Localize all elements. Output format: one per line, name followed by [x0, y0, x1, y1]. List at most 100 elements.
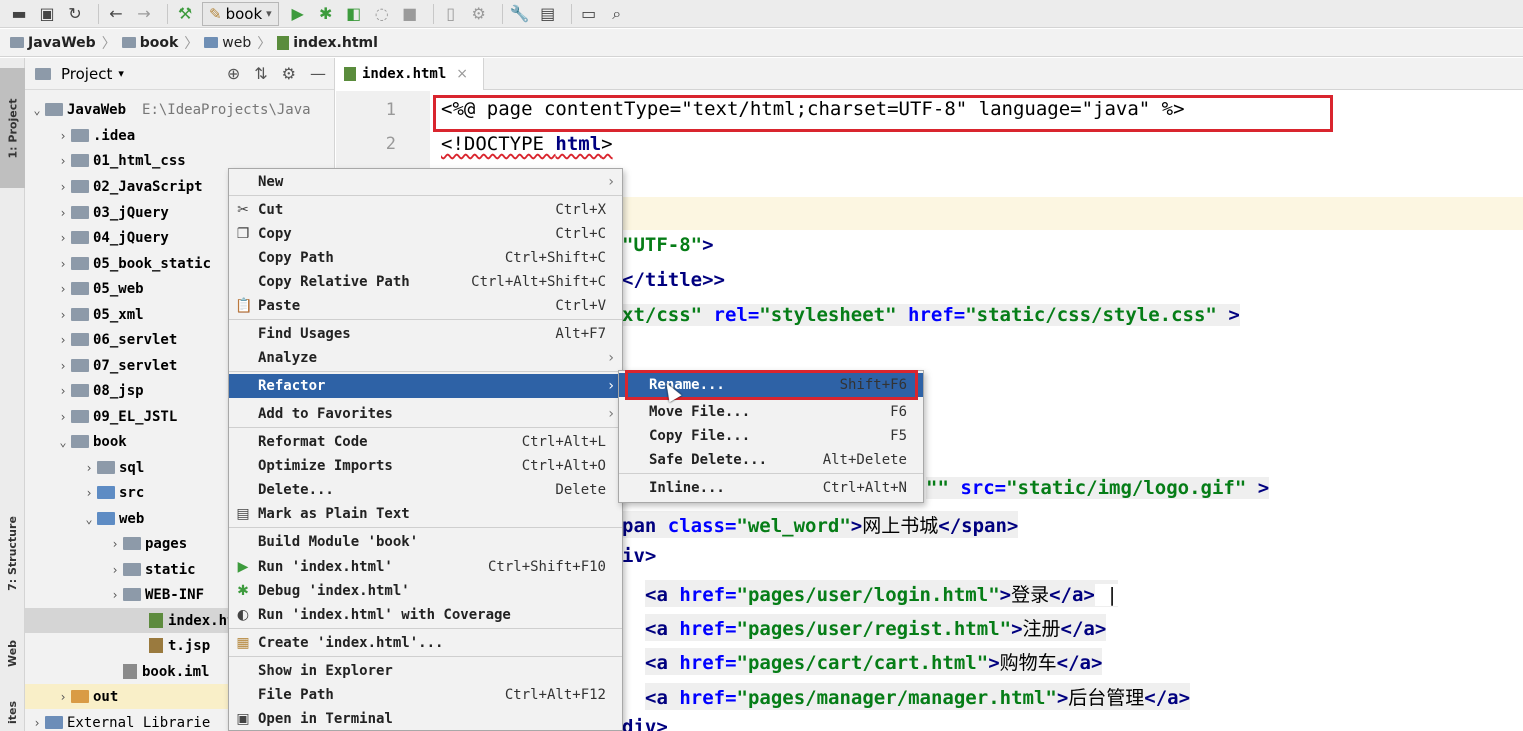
menu-item-copy[interactable]: ❐ Copy Ctrl+C	[229, 222, 622, 246]
build-hammer-icon[interactable]: ⚒	[174, 3, 196, 25]
project-view-selector[interactable]: Project ▾	[35, 65, 124, 83]
chevron-right-icon[interactable]: ›	[107, 537, 123, 551]
collapse-icon[interactable]: ⇅	[254, 64, 267, 83]
tree-item-label: External Librarie	[67, 714, 211, 731]
menu-item-mark-as-plain-text[interactable]: ▤ Mark as Plain Text	[229, 502, 622, 526]
structure-tool-tab[interactable]: 7: Structure	[0, 488, 25, 618]
favorites-tool-tab[interactable]: ites	[0, 693, 25, 731]
chevron-down-icon[interactable]: ⌄	[55, 435, 71, 449]
tree-item-label: book.iml	[142, 663, 210, 680]
jsp-file-icon	[149, 638, 163, 653]
menu-item-copy-relative-path[interactable]: Copy Relative Path Ctrl+Alt+Shift+C	[229, 270, 622, 294]
menu-item-new[interactable]: New ›	[229, 170, 622, 194]
breadcrumb-item-web[interactable]: web	[204, 35, 251, 51]
gear-icon[interactable]: ⚙	[282, 64, 296, 83]
hide-icon[interactable]: —	[310, 64, 326, 83]
chevron-right-icon[interactable]: ›	[55, 690, 71, 704]
tab-index-html[interactable]: index.html ×	[336, 58, 484, 90]
chevron-down-icon: ▾	[118, 67, 124, 80]
sync-icon[interactable]: ↻	[64, 3, 86, 25]
submenu-item-copy-file[interactable]: Copy File... F5	[619, 424, 923, 448]
tree-item-label: web	[119, 510, 145, 527]
chevron-right-icon[interactable]: ›	[81, 486, 97, 500]
run-config-selector[interactable]: ✎ book ▾	[202, 1, 279, 26]
breadcrumb-item-index-html[interactable]: index.html	[277, 35, 378, 51]
profile-icon[interactable]: ◌	[371, 3, 393, 25]
submenu-item-inline[interactable]: Inline... Ctrl+Alt+N	[619, 476, 923, 500]
debug-icon[interactable]: ✱	[315, 3, 337, 25]
menu-item-analyze[interactable]: Analyze ›	[229, 346, 622, 370]
stop-icon[interactable]: ■	[399, 3, 421, 25]
menu-item-debug-index-html[interactable]: ✱ Debug 'index.html'	[229, 579, 622, 603]
menu-shortcut: Delete	[555, 482, 606, 498]
menu-item-add-to-favorites[interactable]: Add to Favorites ›	[229, 402, 622, 426]
chevron-right-icon[interactable]: ›	[81, 461, 97, 475]
chevron-right-icon[interactable]: ›	[55, 410, 71, 424]
create-config-icon: ▦	[236, 635, 250, 651]
tree-item-label: 06_servlet	[93, 331, 178, 348]
code-line-charset: "UTF-8">	[622, 234, 714, 256]
menu-item-reformat-code[interactable]: Reformat Code Ctrl+Alt+L	[229, 430, 622, 454]
menu-item-run-index-html-with-coverage[interactable]: ◐ Run 'index.html' with Coverage	[229, 603, 622, 627]
breadcrumb-item-javaweb[interactable]: JavaWeb	[10, 35, 96, 51]
submenu-item-safe-delete[interactable]: Safe Delete... Alt+Delete	[619, 448, 923, 472]
chevron-right-icon[interactable]: ›	[55, 129, 71, 143]
chevron-right-icon[interactable]: ›	[55, 333, 71, 347]
back-icon[interactable]: ←	[105, 3, 127, 25]
menu-item-refactor[interactable]: Refactor ›	[229, 374, 622, 398]
menu-item-copy-path[interactable]: Copy Path Ctrl+Shift+C	[229, 246, 622, 270]
menu-item-paste[interactable]: 📋 Paste Ctrl+V	[229, 294, 622, 318]
chevron-down-icon[interactable]: ⌄	[81, 512, 97, 526]
menu-item-build-module-book[interactable]: Build Module 'book'	[229, 530, 622, 554]
chevron-right-icon[interactable]: ›	[55, 231, 71, 245]
menu-item-run-index-html[interactable]: ▶ Run 'index.html' Ctrl+Shift+F10	[229, 555, 622, 579]
submenu-item-move-file[interactable]: Move File... F6	[619, 400, 923, 424]
chevron-right-icon[interactable]: ›	[55, 282, 71, 296]
save-icon[interactable]: ▣	[36, 3, 58, 25]
device-icon[interactable]: ▯	[440, 3, 462, 25]
forward-icon[interactable]: →	[133, 3, 155, 25]
terminal-icon[interactable]: ▭	[578, 3, 600, 25]
project-tool-tab[interactable]: 1: Project	[0, 68, 25, 188]
web-tool-tab[interactable]: Web	[0, 623, 25, 683]
attach-icon[interactable]: ⚙	[468, 3, 490, 25]
left-tool-strip: 1: Project 7: Structure Web ites	[0, 58, 25, 731]
breadcrumb-item-book[interactable]: book	[121, 35, 178, 51]
menu-item-find-usages[interactable]: Find Usages Alt+F7	[229, 322, 622, 346]
tree-item-idea[interactable]: › .idea	[25, 123, 335, 148]
tree-item-javaweb[interactable]: ⌄ JavaWeb E:\IdeaProjects\Java	[25, 97, 335, 122]
tree-item-label: 03_jQuery	[93, 204, 169, 221]
chevron-right-icon[interactable]: ›	[55, 384, 71, 398]
chevron-right-icon[interactable]: ›	[107, 588, 123, 602]
chevron-right-icon[interactable]: ›	[55, 154, 71, 168]
chevron-right-icon[interactable]: ›	[107, 563, 123, 577]
search-icon[interactable]: ⌕	[606, 3, 628, 25]
menu-item-optimize-imports[interactable]: Optimize Imports Ctrl+Alt+O	[229, 454, 622, 478]
menu-item-cut[interactable]: ✂ Cut Ctrl+X	[229, 198, 622, 222]
project-structure-icon[interactable]: ▤	[537, 3, 559, 25]
menu-shortcut: Ctrl+V	[555, 298, 606, 314]
menu-item-open-in-terminal[interactable]: ▣ Open in Terminal	[229, 707, 622, 731]
chevron-right-icon[interactable]: ›	[55, 180, 71, 194]
open-folder-icon[interactable]: ▬	[8, 3, 30, 25]
chevron-right-icon[interactable]: ›	[55, 308, 71, 322]
menu-item-file-path[interactable]: File Path Ctrl+Alt+F12	[229, 683, 622, 707]
chevron-right-icon[interactable]: ›	[55, 359, 71, 373]
chevron-right-icon[interactable]: ›	[55, 257, 71, 271]
breadcrumb-separator: 〉	[101, 35, 116, 52]
menu-item-label: Analyze	[258, 350, 318, 366]
chevron-right-icon[interactable]: ›	[29, 716, 45, 730]
wrench-icon[interactable]: 🔧	[509, 3, 531, 25]
iml-file-icon	[123, 664, 137, 679]
menu-item-show-in-explorer[interactable]: Show in Explorer	[229, 659, 622, 683]
locate-icon[interactable]: ⊕	[227, 64, 240, 83]
run-icon[interactable]: ▶	[287, 3, 309, 25]
chevron-down-icon[interactable]: ⌄	[29, 103, 45, 117]
tree-item-label: 02_JavaScript	[93, 178, 203, 195]
menu-item-create-index-html[interactable]: ▦ Create 'index.html'...	[229, 631, 622, 655]
close-icon[interactable]: ×	[456, 66, 468, 82]
menu-item-delete[interactable]: Delete... Delete	[229, 478, 622, 502]
coverage-icon[interactable]: ◧	[343, 3, 365, 25]
tree-item-label: 05_book_static	[93, 255, 212, 272]
chevron-right-icon[interactable]: ›	[55, 206, 71, 220]
